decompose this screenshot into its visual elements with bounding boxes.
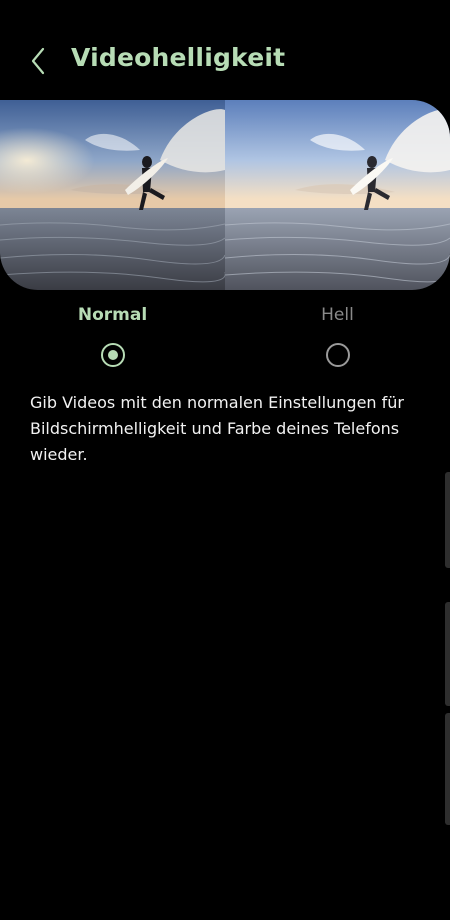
- option-hell-label: Hell: [321, 305, 354, 325]
- edge-panel-handle[interactable]: [445, 472, 450, 568]
- edge-panel-handle[interactable]: [445, 713, 450, 825]
- edge-panel-handle[interactable]: [445, 602, 450, 706]
- video-brightness-preview: [0, 100, 450, 290]
- radio-selected-dot: [108, 350, 118, 360]
- option-description: Gib Videos mit den normalen Einstellunge…: [30, 393, 404, 464]
- chevron-left-icon: [31, 47, 45, 75]
- radio-normal[interactable]: [101, 343, 125, 367]
- preview-panel-hell: [224, 100, 450, 290]
- app-bar: Videohelligkeit: [0, 30, 450, 90]
- page-title: Videohelligkeit: [71, 43, 286, 72]
- radio-hell[interactable]: [326, 343, 350, 367]
- option-normal-label: Normal: [77, 305, 148, 325]
- preview-panel-normal: [0, 100, 226, 290]
- back-button[interactable]: [22, 44, 56, 78]
